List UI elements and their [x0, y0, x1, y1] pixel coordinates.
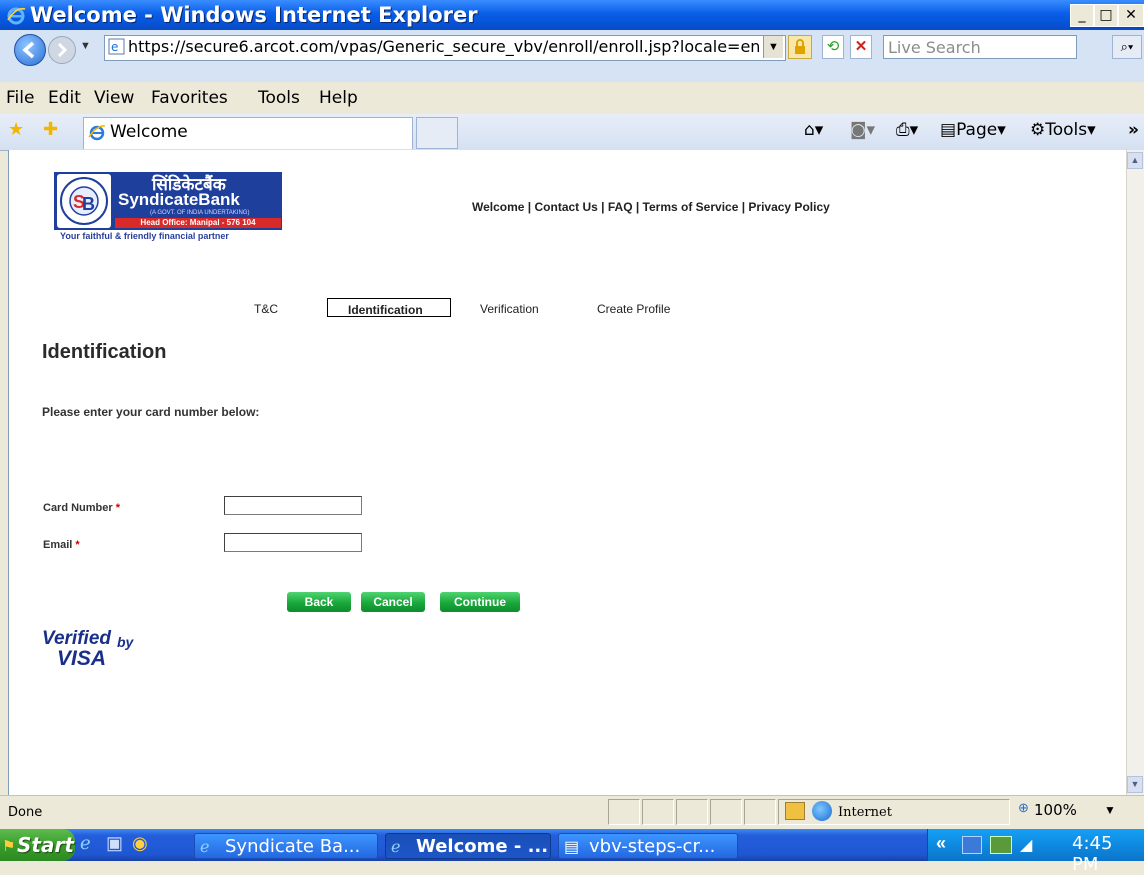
maximize-button[interactable]: □	[1094, 4, 1118, 27]
continue-button[interactable]: Continue	[440, 592, 520, 612]
language-icon[interactable]	[990, 836, 1012, 854]
forward-arrow-icon	[57, 42, 68, 58]
refresh-icon[interactable]: ⟲	[822, 35, 844, 59]
tools-menu[interactable]: ⚙Tools▾	[1030, 120, 1096, 140]
status-pane	[642, 799, 674, 825]
live-search-input[interactable]: Live Search	[883, 35, 1077, 59]
bank-tagline: Your faithful & friendly financial partn…	[60, 231, 229, 241]
verified-by-visa-logo: Verified by VISA	[42, 628, 152, 678]
forward-nav-button[interactable]	[48, 36, 76, 64]
taskbar-item-syndicate[interactable]: Syndicate Ba...	[194, 833, 378, 859]
zoom-dropdown-icon[interactable]: ▼	[1104, 803, 1116, 817]
vbv-visa: VISA	[57, 647, 107, 670]
status-pane	[710, 799, 742, 825]
back-button[interactable]: Back	[287, 592, 351, 612]
card-number-input[interactable]	[224, 496, 362, 515]
clock: 4:45 PM	[1072, 833, 1113, 875]
vbv-by: by	[117, 634, 134, 650]
window-title: Welcome - Windows Internet Explorer	[30, 3, 478, 27]
email-label-text: Email	[43, 539, 73, 551]
required-mark: *	[115, 502, 121, 514]
svg-text:e: e	[111, 40, 118, 54]
status-text: Done	[8, 805, 43, 820]
minimize-button[interactable]: _	[1070, 4, 1094, 27]
more-chevron-icon[interactable]: »	[1128, 120, 1139, 140]
recent-pages-dropdown-icon[interactable]: ▼	[80, 40, 91, 52]
word-doc-icon: ▤	[564, 839, 580, 856]
ie-icon	[7, 7, 26, 25]
protected-mode-icon[interactable]	[785, 802, 805, 820]
status-pane	[608, 799, 640, 825]
email-input[interactable]	[224, 533, 362, 552]
address-url: https://secure6.arcot.com/vpas/Generic_s…	[128, 37, 760, 56]
security-lock-icon[interactable]	[788, 35, 812, 59]
required-mark: *	[75, 539, 80, 551]
status-pane	[744, 799, 776, 825]
menu-tools[interactable]: Tools	[258, 88, 300, 108]
card-number-label-text: Card Number	[43, 502, 113, 514]
search-icon[interactable]: ⌕▾	[1112, 35, 1142, 59]
taskbar-item-vbv-steps[interactable]: vbv-steps-cr...	[558, 833, 738, 859]
bank-name: SyndicateBank	[118, 190, 240, 209]
menu-favorites[interactable]: Favorites	[151, 88, 228, 108]
tab-welcome-label: Welcome	[110, 122, 188, 142]
menu-view[interactable]: View	[94, 88, 134, 108]
page-icon: e	[108, 38, 125, 55]
step-identification: Identification	[348, 303, 423, 317]
vertical-scrollbar[interactable]	[1126, 150, 1144, 795]
zoom-level[interactable]: 100%	[1034, 801, 1077, 819]
start-label: Start	[17, 833, 74, 857]
quicklaunch-ie-icon[interactable]: ℯ	[80, 833, 91, 854]
address-dropdown-button[interactable]: ▼	[763, 36, 783, 58]
status-pane	[676, 799, 708, 825]
cancel-button[interactable]: Cancel	[361, 592, 425, 612]
bank-head-office: Head Office: Manipal - 576 104	[115, 218, 281, 228]
quicklaunch-desktop-icon[interactable]: ▣	[106, 833, 123, 854]
step-tc: T&C	[254, 302, 278, 316]
menu-file[interactable]: File	[6, 88, 34, 108]
ie-taskbar-icon: ℯ	[200, 839, 210, 856]
tray-expand-icon[interactable]: «	[936, 833, 946, 854]
print-icon[interactable]: ⎙▾	[896, 120, 918, 140]
top-links[interactable]: Welcome | Contact Us | FAQ | Terms of Se…	[472, 200, 830, 214]
ie-tab-icon	[88, 125, 106, 141]
card-number-label: Card Number *	[43, 502, 120, 514]
svg-text:B: B	[82, 194, 95, 214]
page-menu-label: Page	[956, 120, 998, 140]
security-zone: Internet	[838, 805, 892, 820]
ie-taskbar-icon: ℯ	[391, 839, 401, 856]
step-verification: Verification	[480, 302, 539, 316]
volume-icon[interactable]: ◢	[1020, 835, 1032, 855]
menu-help[interactable]: Help	[319, 88, 358, 108]
network-icon[interactable]	[962, 836, 982, 854]
instructions-text: Please enter your card number below:	[42, 405, 260, 419]
stop-icon[interactable]: ✕	[850, 35, 872, 59]
zoom-icon: ⊕	[1018, 800, 1029, 815]
back-arrow-icon	[22, 41, 35, 59]
windows-flag-icon: ⚑	[2, 838, 16, 855]
favorites-star-icon[interactable]: ★	[8, 119, 24, 140]
home-icon[interactable]: ⌂▾	[804, 120, 823, 140]
scroll-up-icon[interactable]: ▲	[1127, 152, 1143, 169]
page-content	[8, 150, 1127, 795]
taskbar-item-welcome[interactable]: Welcome - ...	[385, 833, 551, 859]
close-window-button[interactable]: ✕	[1118, 4, 1144, 27]
feeds-icon[interactable]: ◙▾	[850, 120, 875, 140]
quicklaunch-media-icon[interactable]: ◉	[132, 833, 148, 854]
step-create-profile: Create Profile	[597, 302, 671, 316]
add-favorites-icon[interactable]: ✚	[43, 119, 58, 140]
page-title: Identification	[42, 341, 167, 363]
bank-govt-note: (A GOVT. OF INDIA UNDERTAKING)	[150, 210, 250, 216]
bank-emblem-icon: S B	[57, 174, 111, 228]
email-label: Email *	[43, 539, 80, 551]
scroll-down-icon[interactable]: ▼	[1127, 776, 1143, 793]
menu-edit[interactable]: Edit	[48, 88, 81, 108]
internet-globe-icon	[812, 801, 832, 821]
new-tab-button[interactable]	[416, 117, 458, 149]
page-menu[interactable]: ▤Page▾	[940, 120, 1006, 140]
tools-menu-label: Tools	[1045, 120, 1088, 140]
back-nav-button[interactable]	[14, 34, 46, 66]
